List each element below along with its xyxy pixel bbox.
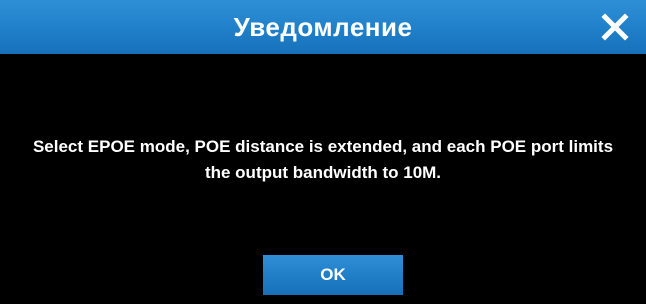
notification-dialog: Уведомление Select EPOE mode, POE distan… bbox=[0, 0, 646, 304]
close-button[interactable] bbox=[598, 10, 632, 44]
dialog-title-bar: Уведомление bbox=[0, 0, 646, 54]
dialog-message: Select EPOE mode, POE distance is extend… bbox=[32, 137, 614, 182]
ok-button[interactable]: OK bbox=[263, 255, 403, 295]
dialog-title: Уведомление bbox=[233, 12, 413, 42]
close-icon bbox=[601, 13, 629, 41]
